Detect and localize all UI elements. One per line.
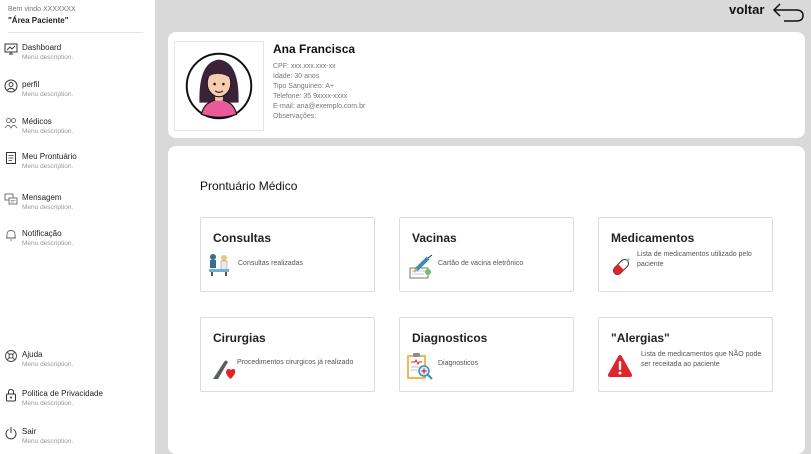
- sidebar-item-perfil[interactable]: perfil Menu description.: [4, 79, 152, 107]
- sidebar-item-label: Dashboard: [22, 43, 62, 52]
- vaccine-icon: [409, 254, 433, 279]
- doctors-icon: [4, 118, 18, 129]
- diagnosis-icon: [407, 353, 433, 380]
- tile-diagnosticos[interactable]: Diagnosticos Diagnosticos: [399, 317, 574, 392]
- sidebar-item-label: Sair: [22, 427, 37, 436]
- patient-name: Ana Francisca: [273, 42, 356, 56]
- sidebar-item-description: Menu description.: [22, 361, 74, 368]
- tile-title: Vacinas: [412, 231, 457, 245]
- patient-age: Idade: 30 anos: [273, 73, 320, 80]
- tile-title: Medicamentos: [611, 231, 695, 245]
- surgery-icon: [213, 360, 236, 379]
- tile-title: "Alergias": [611, 331, 670, 345]
- avatar: [174, 41, 264, 131]
- warning-icon: [607, 355, 633, 377]
- sidebar-item-label: Médicos: [22, 117, 52, 126]
- sidebar-item-description: Menu description.: [22, 128, 74, 135]
- monitor-icon: [4, 43, 18, 55]
- tile-description: Lista de medicamentos que NÃO pode ser r…: [641, 351, 762, 368]
- sidebar-item-description: Menu description.: [22, 204, 74, 211]
- tile-description: Cartão de vacina eletrônico: [438, 260, 524, 267]
- tile-description: Procedimentos cirurgicos já realizado: [237, 359, 354, 366]
- tile-description: Lista de medicamentos utilizado pelo pac…: [637, 251, 752, 268]
- sidebar-item-description: Menu description.: [22, 400, 74, 407]
- sidebar-item-description: Menu description.: [22, 163, 74, 170]
- sidebar-item-label: Meu Prontuário: [22, 152, 77, 161]
- patient-email: E-mail: ana@exemplo.com.br: [273, 103, 366, 110]
- tile-description: Consultas realizadas: [238, 260, 303, 267]
- sidebar-item-ajuda[interactable]: Ajuda Menu description.: [4, 349, 152, 377]
- section-title: Prontuário Médico: [200, 179, 298, 193]
- sidebar-item-medicos[interactable]: Médicos Menu description.: [4, 116, 152, 144]
- patient-cpf: CPF: xxx.xxx.xxx-xx: [273, 63, 336, 70]
- record-icon: [6, 152, 16, 164]
- tile-title: Consultas: [213, 231, 272, 245]
- tile-title: Diagnosticos: [412, 331, 488, 345]
- back-link[interactable]: voltar: [729, 2, 764, 17]
- lock-icon: [6, 388, 16, 402]
- pill-icon: [612, 258, 630, 276]
- sidebar-item-privacidade[interactable]: Politica de Privacidade Menu description…: [4, 388, 152, 416]
- woman-avatar-icon: [185, 52, 253, 120]
- sidebar-item-sair[interactable]: Sair Menu description.: [4, 426, 152, 454]
- sidebar-item-description: Menu description.: [22, 91, 74, 98]
- area-title: "Área Paciente": [8, 16, 69, 25]
- consultation-icon: [209, 254, 229, 276]
- sidebar: Bem vindo XXXXXXX "Área Paciente" Dashbo…: [0, 0, 155, 454]
- sidebar-item-dashboard[interactable]: Dashboard Menu description.: [4, 42, 152, 70]
- patient-profile-card: Ana Francisca CPF: xxx.xxx.xxx-xx Idade:…: [168, 32, 805, 138]
- tile-cirurgias[interactable]: Cirurgias Procedimentos cirurgicos já re…: [200, 317, 375, 392]
- message-icon: [4, 193, 18, 205]
- sidebar-item-description: Menu description.: [22, 240, 74, 247]
- patient-blood-type: Tipo Sanguineo: A+: [273, 83, 335, 90]
- power-icon: [5, 427, 17, 440]
- tile-description: Diagnosticos: [438, 360, 479, 367]
- tile-title: Cirurgias: [213, 331, 266, 345]
- medical-record-card: Prontuário Médico Consultas Consultas re…: [168, 146, 805, 454]
- bell-icon: [6, 230, 16, 241]
- sidebar-item-mensagem[interactable]: Mensagem Menu description.: [4, 192, 152, 220]
- divider: [8, 32, 143, 33]
- patient-phone: Telefone: 35 9xxxx-xxxx: [273, 93, 348, 100]
- sidebar-item-description: Menu description.: [22, 54, 74, 61]
- sidebar-item-label: Notificação: [22, 229, 62, 238]
- tile-vacinas[interactable]: Vacinas Cartão de vacina eletrônico: [399, 217, 574, 292]
- back-arrow-icon[interactable]: [770, 1, 806, 23]
- tile-medicamentos[interactable]: Medicamentos Lista de medicamentos utili…: [598, 217, 773, 292]
- sidebar-item-description: Menu description.: [22, 438, 74, 445]
- sidebar-item-label: Ajuda: [22, 350, 43, 359]
- patient-notes: Observações:: [273, 113, 317, 120]
- help-icon: [5, 350, 17, 362]
- user-icon: [4, 79, 18, 93]
- sidebar-item-label: Politica de Privacidade: [22, 389, 103, 398]
- sidebar-item-label: Mensagem: [22, 193, 62, 202]
- tile-consultas[interactable]: Consultas Consultas realizadas: [200, 217, 375, 292]
- tile-alergias[interactable]: "Alergias" Lista de medicamentos que NÃO…: [598, 317, 773, 392]
- sidebar-item-notificacao[interactable]: Notificação Menu description.: [4, 228, 152, 256]
- sidebar-item-prontuario[interactable]: Meu Prontuário Menu description.: [4, 151, 152, 179]
- sidebar-item-label: perfil: [22, 80, 40, 89]
- welcome-text: Bem vindo XXXXXXX: [8, 6, 76, 13]
